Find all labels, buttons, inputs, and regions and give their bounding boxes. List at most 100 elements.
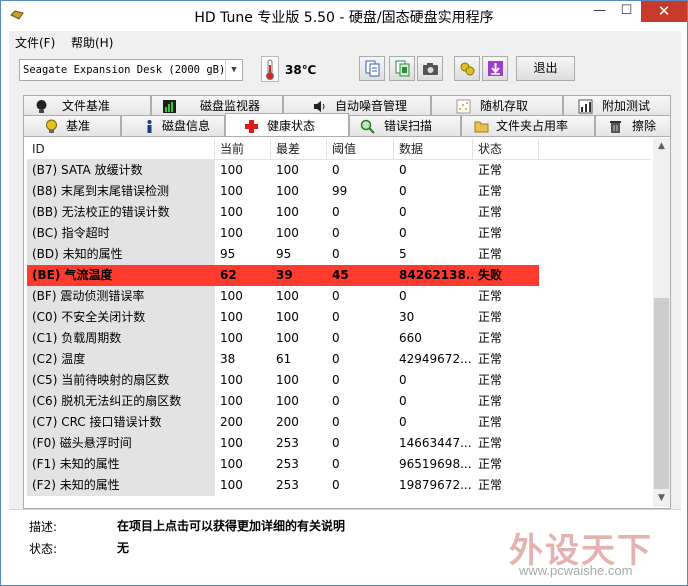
cell-current: 38 — [220, 352, 236, 366]
cell-worst: 100 — [276, 310, 299, 324]
cell-status: 正常 — [478, 352, 503, 366]
row-blank-area — [539, 265, 651, 286]
health-panel: ID 当前 最差 阈值 数据 状态 (B7) SATA 放缓计数 100 100 0 0… — [23, 136, 671, 509]
tab-label: 附加测试 — [602, 99, 651, 113]
cell-data: 84262138... — [399, 268, 473, 282]
copy-info-icon — [365, 60, 380, 77]
cell-status: 正常 — [478, 310, 503, 324]
tab-error-scan[interactable]: 错误扫描 — [349, 115, 461, 136]
chart-icon — [578, 99, 593, 114]
cell-id: (BD) 未知的属性 — [27, 244, 215, 265]
cell-threshold: 0 — [332, 352, 340, 366]
cell-worst: 253 — [276, 478, 299, 492]
menu-file[interactable]: 文件(F) — [15, 34, 55, 51]
cell-current: 100 — [220, 163, 243, 177]
table-row[interactable]: (C7) CRC 接口错误计数 200 200 0 0 正常 — [27, 412, 651, 433]
cell-threshold: 0 — [332, 415, 340, 429]
cell-worst: 95 — [276, 247, 292, 261]
col-data[interactable]: 数据 — [394, 139, 473, 160]
table-row[interactable]: (F2) 未知的属性 100 253 0 19879672... 正常 — [27, 475, 651, 496]
table-row[interactable]: (C6) 脱机无法纠正的扇区数 100 100 0 0 正常 — [27, 391, 651, 412]
table-row[interactable]: (BB) 无法校正的错误计数 100 100 0 0 正常 — [27, 202, 651, 223]
col-worst[interactable]: 最差 — [271, 139, 327, 160]
copy-info-button[interactable] — [359, 56, 385, 81]
tab-file-benchmark[interactable]: 文件基准 — [23, 95, 151, 116]
scroll-up-icon[interactable]: ▲ — [653, 138, 670, 155]
chevron-down-icon[interactable]: ▼ — [225, 60, 242, 80]
tab-random-access[interactable]: 随机存取 — [431, 95, 563, 116]
cell-current: 100 — [220, 226, 243, 240]
tab-label: 健康状态 — [267, 119, 316, 133]
info-icon — [147, 120, 152, 133]
table-row[interactable]: (F1) 未知的属性 100 253 0 96519698... 正常 — [27, 454, 651, 475]
tab-benchmark[interactable]: 基准 — [23, 115, 121, 136]
tab-erase[interactable]: 擦除 — [595, 115, 671, 136]
vertical-scrollbar[interactable]: ▲ ▼ — [653, 138, 670, 507]
cell-id: (F2) 未知的属性 — [27, 475, 215, 496]
cell-worst: 100 — [276, 163, 299, 177]
cell-worst: 100 — [276, 289, 299, 303]
options-icon — [460, 62, 475, 76]
scroll-thumb[interactable] — [654, 298, 669, 489]
table-row[interactable]: (BD) 未知的属性 95 95 0 5 正常 — [27, 244, 651, 265]
screenshot-button[interactable] — [417, 56, 443, 81]
cell-worst: 100 — [276, 184, 299, 198]
table-row[interactable]: (C1) 负载周期数 100 100 0 660 正常 — [27, 328, 651, 349]
col-current[interactable]: 当前 — [215, 139, 271, 160]
cell-data: 5 — [399, 247, 407, 261]
col-status[interactable]: 状态 — [473, 139, 539, 160]
cell-current: 100 — [220, 373, 243, 387]
tab-folder-usage[interactable]: 文件夹占用率 — [461, 115, 595, 136]
cell-status: 正常 — [478, 478, 503, 492]
cell-data: 0 — [399, 163, 407, 177]
table-row[interactable]: (BF) 震动侦测错误率 100 100 0 0 正常 — [27, 286, 651, 307]
cell-id: (BF) 震动侦测错误率 — [27, 286, 215, 307]
cell-data: 660 — [399, 331, 422, 345]
cell-status: 正常 — [478, 247, 503, 261]
cell-id: (BC) 指令超时 — [27, 223, 215, 244]
minimize-button[interactable]: — — [586, 1, 613, 22]
maximize-button[interactable]: ☐ — [613, 1, 640, 22]
cell-worst: 61 — [276, 352, 292, 366]
cell-threshold: 0 — [332, 310, 340, 324]
col-threshold[interactable]: 阈值 — [327, 139, 394, 160]
bar-chart-icon — [163, 100, 176, 113]
cell-worst: 100 — [276, 331, 299, 345]
drive-select[interactable]: Seagate Expansion Desk (2000 gB) ▼ — [19, 59, 243, 81]
cell-data: 30 — [399, 310, 415, 324]
cell-data: 0 — [399, 184, 407, 198]
cell-worst: 100 — [276, 373, 299, 387]
download-button[interactable] — [482, 56, 508, 81]
cell-threshold: 0 — [332, 457, 340, 471]
close-button[interactable]: ✕ — [641, 1, 687, 22]
title-bar: HD Tune 专业版 5.50 - 硬盘/固态硬盘实用程序 — ☐ ✕ — [1, 1, 687, 31]
description-value: 在项目上点击可以获得更加详细的有关说明 — [117, 519, 346, 533]
tab-disk-info[interactable]: 磁盘信息 — [121, 115, 225, 136]
table-row[interactable]: (F0) 磁头悬浮时间 100 253 0 14663447... 正常 — [27, 433, 651, 454]
scroll-down-icon[interactable]: ▼ — [653, 490, 670, 507]
table-row[interactable]: (C2) 温度 38 61 0 42949672... 正常 — [27, 349, 651, 370]
cell-worst: 253 — [276, 457, 299, 471]
table-row[interactable]: (C5) 当前待映射的扇区数 100 100 0 0 正常 — [27, 370, 651, 391]
table-row[interactable]: (BC) 指令超时 100 100 0 0 正常 — [27, 223, 651, 244]
tab-label: 磁盘信息 — [162, 119, 211, 133]
cell-threshold: 0 — [332, 163, 340, 177]
cell-id: (C5) 当前待映射的扇区数 — [27, 370, 215, 391]
table-row[interactable]: (B7) SATA 放缓计数 100 100 0 0 正常 — [27, 160, 651, 181]
table-row[interactable]: (BE) 气流温度 62 39 45 84262138... 失败 — [27, 265, 651, 286]
folder-icon — [474, 121, 489, 133]
table-row[interactable]: (C0) 不安全关闭计数 100 100 0 30 正常 — [27, 307, 651, 328]
col-id[interactable]: ID — [27, 139, 215, 160]
options-button[interactable] — [454, 56, 480, 81]
copy-screen-button[interactable] — [389, 56, 415, 81]
menu-help[interactable]: 帮助(H) — [71, 34, 113, 51]
table-row[interactable]: (B8) 末尾到末尾错误检测 100 100 99 0 正常 — [27, 181, 651, 202]
exit-button[interactable]: 退出 — [516, 56, 575, 81]
tab-extra-tests[interactable]: 附加测试 — [563, 95, 671, 116]
tab-health[interactable]: 健康状态 — [225, 113, 349, 136]
cell-id: (BE) 气流温度 — [27, 265, 215, 286]
cell-worst: 253 — [276, 436, 299, 450]
cell-threshold: 0 — [332, 394, 340, 408]
cell-current: 100 — [220, 205, 243, 219]
cell-status: 正常 — [478, 331, 503, 345]
